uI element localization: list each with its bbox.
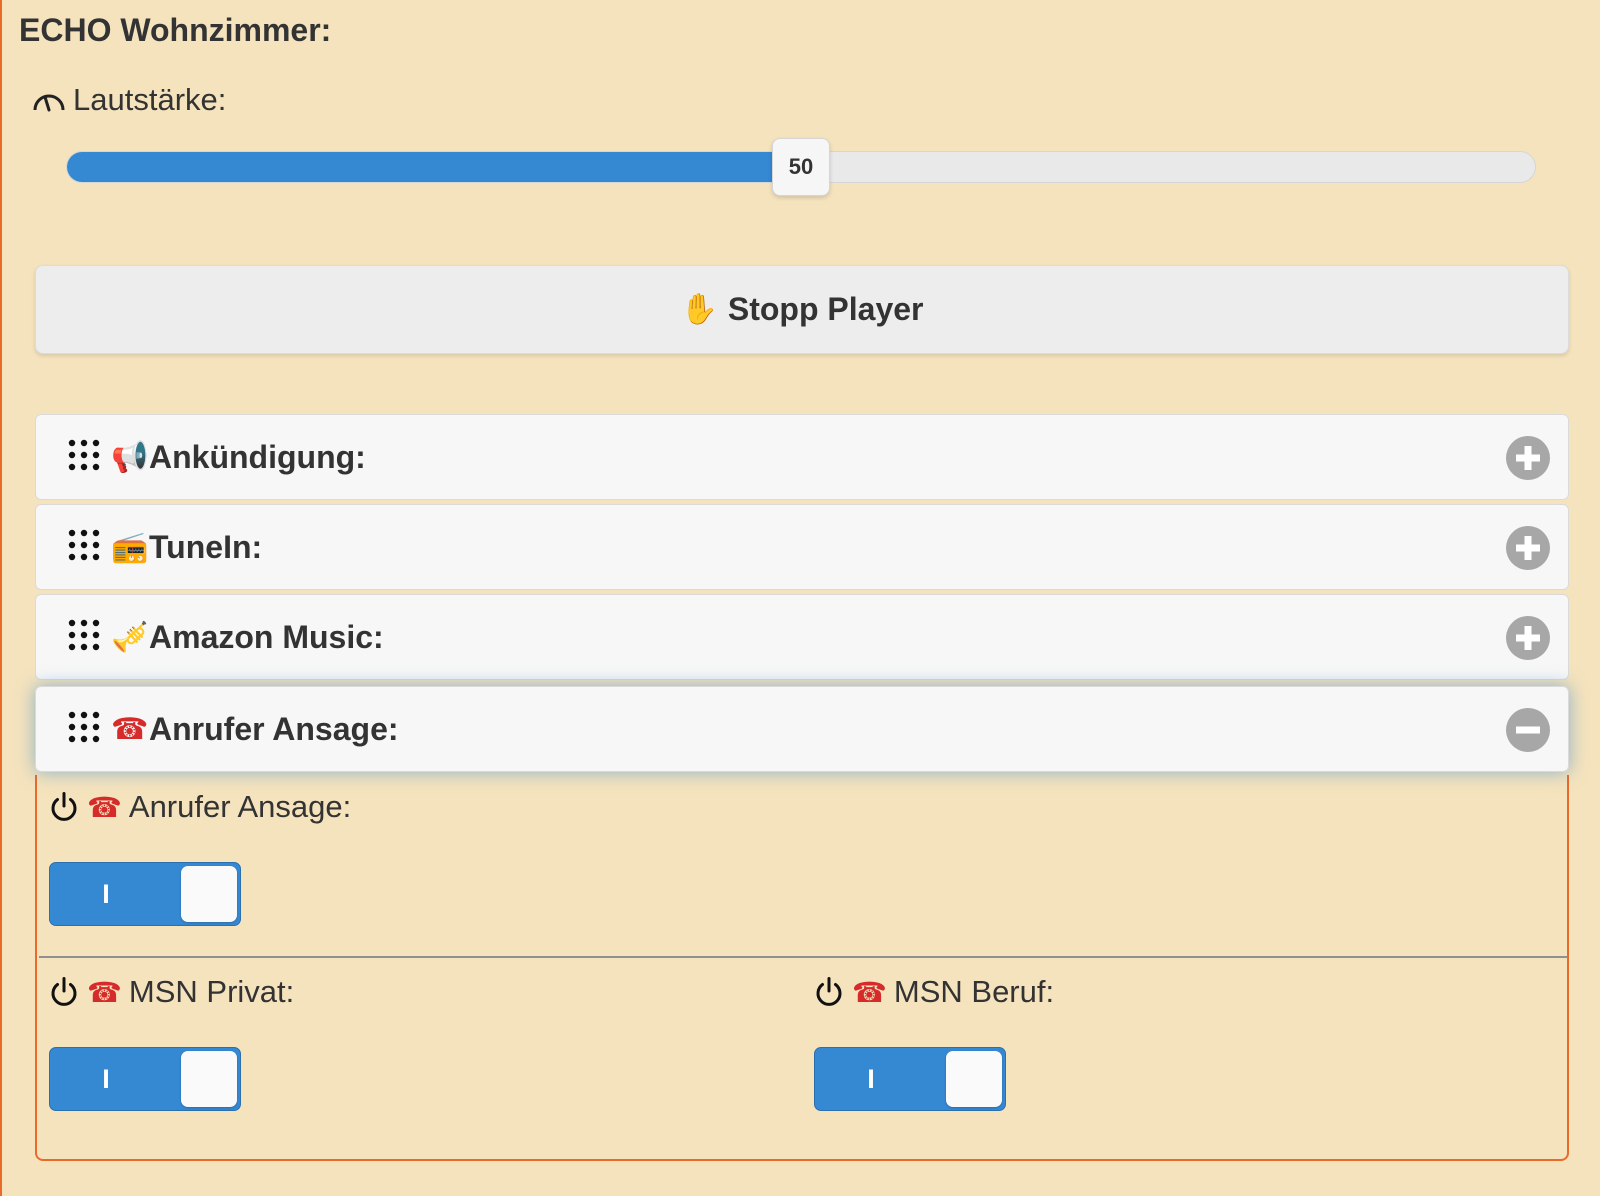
grid-icon [68, 619, 100, 651]
toggle-knob[interactable] [946, 1051, 1002, 1107]
radio-icon: 📻 [111, 530, 149, 564]
switch-label-msn-private: ☎ MSN Privat: [49, 974, 294, 1010]
switch-label-text: Anrufer Ansage: [128, 789, 352, 824]
stop-player-label: Stopp Player [727, 291, 924, 327]
accordion-announcement[interactable]: 📢 Ankündigung: [35, 414, 1569, 500]
plus-circle-icon[interactable] [1506, 616, 1550, 660]
stop-hand-icon: ✋ [680, 293, 718, 326]
toggle-msn-business[interactable]: I [814, 1047, 1006, 1111]
toggle-on-mark: I [102, 1064, 110, 1094]
grid-icon [68, 439, 100, 471]
telephone-icon: ☎ [852, 976, 887, 1008]
toggle-on-mark: I [867, 1064, 875, 1094]
accordion-caller-announcement[interactable]: ☎ Anrufer Ansage: [35, 686, 1569, 772]
accordion-title: Amazon Music: [149, 618, 384, 655]
panel-divider [39, 956, 1567, 958]
telephone-icon: ☎ [87, 791, 122, 823]
page-title: ECHO Wohnzimmer: [19, 12, 332, 48]
toggle-knob[interactable] [181, 1051, 237, 1107]
toggle-caller-announcement[interactable]: I [49, 862, 241, 926]
grid-icon [68, 711, 100, 743]
toggle-msn-private[interactable]: I [49, 1047, 241, 1111]
accordion-title: TuneIn: [149, 528, 263, 565]
volume-label-text: Lautstärke: [73, 82, 227, 117]
accordion-title: Anrufer Ansage: [149, 710, 399, 747]
switch-label-msn-business: ☎ MSN Beruf: [814, 974, 1054, 1010]
gauge-icon [33, 94, 65, 112]
stop-player-button[interactable]: ✋ Stopp Player [35, 265, 1569, 354]
grid-icon [68, 529, 100, 561]
volume-label: Lautstärke: [32, 82, 226, 118]
plus-circle-icon[interactable] [1506, 436, 1550, 480]
caller-announcement-panel: ☎ Anrufer Ansage: I ☎ MSN Privat: I ☎ MS… [35, 775, 1569, 1161]
switch-label-text: MSN Privat: [128, 974, 295, 1009]
minus-circle-icon[interactable] [1506, 708, 1550, 752]
accordion-title: Ankündigung: [149, 438, 366, 475]
power-icon [51, 792, 77, 821]
accordion-tunein[interactable]: 📻 TuneIn: [35, 504, 1569, 590]
switch-label-caller-announcement: ☎ Anrufer Ansage: [49, 789, 351, 825]
plus-circle-icon[interactable] [1506, 526, 1550, 570]
telephone-icon: ☎ [111, 712, 149, 746]
toggle-knob[interactable] [181, 866, 237, 922]
page-left-border [0, 0, 2, 1196]
accordion-amazon-music[interactable]: 🎺 Amazon Music: [35, 594, 1569, 680]
volume-slider-handle[interactable]: 50 [772, 138, 830, 196]
toggle-on-mark: I [102, 879, 110, 909]
telephone-icon: ☎ [87, 976, 122, 1008]
power-icon [816, 977, 842, 1006]
megaphone-icon: 📢 [111, 440, 149, 474]
switch-label-text: MSN Beruf: [893, 974, 1055, 1009]
power-icon [51, 977, 77, 1006]
trumpet-icon: 🎺 [111, 620, 149, 654]
volume-slider-fill [67, 152, 802, 182]
